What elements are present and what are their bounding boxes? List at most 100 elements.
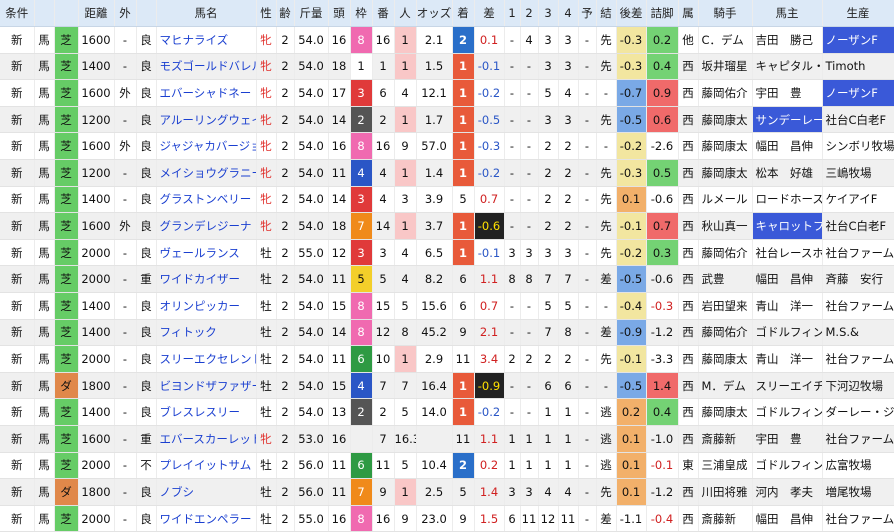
cell-p2: -: [520, 292, 539, 320]
column-header[interactable]: 属: [678, 0, 699, 28]
column-header[interactable]: [136, 0, 157, 28]
cell-name[interactable]: ワイドエンペラー: [156, 505, 257, 532]
cell-name[interactable]: グラストンベリー: [156, 186, 257, 214]
cell-owner: 青山 洋一: [752, 345, 823, 373]
cell-tsume: 0.4: [646, 398, 679, 426]
cell-name[interactable]: マヒナライズ: [156, 26, 257, 54]
column-header[interactable]: 番: [372, 0, 395, 28]
table-row[interactable]: 新馬芝 1600 外良エバーシャドネー牝 2 54.0 17 3 6 4 12.1 1 -0.2- -5…: [0, 79, 894, 107]
column-header[interactable]: 性: [256, 0, 277, 28]
table-row[interactable]: 新馬芝 2000- 良ヴェールランス牡 2 55.0 12 3 3 4 6.5 1 -0.1 3 3 3 3-…: [0, 239, 894, 267]
cell-name[interactable]: アルーリングウェイ: [156, 106, 257, 134]
column-header[interactable]: 外: [114, 0, 137, 28]
column-header[interactable]: [54, 0, 79, 28]
cell-zoku: 西: [678, 478, 699, 506]
column-header[interactable]: 結: [596, 0, 617, 28]
table-row[interactable]: 新馬芝 1400- 良モズゴールドバレル牝 2 54.0 18 1 1 1 1.5 1 -0.1- -3…: [0, 53, 894, 81]
table-row[interactable]: 新馬ダ 1800- 良ノブシ牡 2 56.0 11 7 9 1 2.5 5 1.4 3 3 4 4- 先 0.1-…: [0, 478, 894, 506]
column-header[interactable]: 3: [538, 0, 559, 28]
column-header[interactable]: 騎手: [698, 0, 753, 28]
cell-c1: 新: [0, 106, 35, 134]
cell-name[interactable]: ジャジャカバージョ: [156, 132, 257, 161]
cell-age: 2: [276, 26, 295, 54]
cell-name[interactable]: フィトック: [156, 319, 257, 347]
cell-sex: 牡: [256, 452, 277, 480]
cell-pop: 1: [394, 345, 417, 373]
cell-tsume: -0.6: [646, 186, 679, 214]
table-row[interactable]: 新馬芝 1200- 良アルーリングウェイ牝 2 54.0 14 2 2 1 1.7 1 -0.5- -3…: [0, 106, 894, 134]
column-header[interactable]: 詰脚: [646, 0, 679, 28]
cell-surf: 芝: [54, 505, 79, 532]
cell-name[interactable]: オリンピッカー: [156, 292, 257, 320]
cell-surf: ダ: [54, 372, 79, 400]
column-header[interactable]: 4: [558, 0, 579, 28]
cell-tsume: -0.1: [646, 452, 679, 480]
cell-name[interactable]: エバーシャドネー: [156, 79, 257, 107]
table-row[interactable]: 新馬ダ 1800- 良ビヨンドザファザー牡 2 54.0 15 4 7 7 16.4 1 -0.9- -…: [0, 372, 894, 400]
cell-ato: -0.4: [616, 292, 647, 320]
column-header[interactable]: 齢: [276, 0, 295, 28]
table-row[interactable]: 新馬芝 1200- 良メイショウグラニー牝 2 54.0 11 4 4 1 1.4 1 -0.2- -2…: [0, 159, 894, 187]
cell-name[interactable]: ビヨンドザファザー: [156, 372, 257, 400]
cell-name[interactable]: ヴェールランス: [156, 239, 257, 267]
table-row[interactable]: 新馬芝 1600 外良グランデレジーナ牝 2 54.0 18 7 14 1 3.7 1 -0.6- -2…: [0, 212, 894, 240]
table-row[interactable]: 新馬芝 1400- 良フィトック牡 2 54.0 14 8 12 8 45.2 9 2.1- -7 8- 差…: [0, 319, 894, 347]
cell-res: 先: [596, 186, 617, 214]
cell-p3: 1: [538, 452, 559, 480]
cell-track: 良: [136, 292, 157, 320]
cell-dist: 1400: [78, 398, 115, 426]
column-header[interactable]: 斤量: [294, 0, 329, 28]
cell-p3: 3: [538, 53, 559, 81]
table-row[interactable]: 新馬芝 2000- 重ワイドカイザー牡 2 54.0 11 5 5 4 8.2 6 1.1 8 8 7 7- 差…: [0, 265, 894, 294]
cell-name[interactable]: グランデレジーナ: [156, 212, 257, 240]
column-header[interactable]: 条件: [0, 0, 35, 28]
column-header[interactable]: 枠: [350, 0, 373, 28]
cell-name[interactable]: スリーエクセレント: [156, 345, 257, 373]
cell-name[interactable]: ノブシ: [156, 478, 257, 506]
cell-p3: 3: [538, 239, 559, 267]
cell-pos: 11: [452, 345, 475, 373]
table-row[interactable]: 新馬芝 1600 外良ジャジャカバージョ牝 2 54.0 16 8 16 9 57.0 1 -0.3-…: [0, 132, 894, 161]
cell-c2: 馬: [34, 239, 55, 267]
table-row[interactable]: 新馬芝 1400- 良オリンピッカー牡 2 54.0 15 8 15 5 15.6 6 0.7- -5 5…: [0, 292, 894, 320]
cell-ato: -0.9: [616, 319, 647, 347]
cell-odds: 3.9: [416, 186, 453, 214]
column-header[interactable]: 後差: [616, 0, 647, 28]
cell-n: 15: [328, 292, 351, 320]
column-header[interactable]: 1: [504, 0, 521, 28]
column-header[interactable]: 2: [520, 0, 539, 28]
cell-wt: 54.0: [294, 372, 329, 400]
column-header[interactable]: 着: [452, 0, 475, 28]
table-row[interactable]: 新馬芝 2000- 良スリーエクセレント牡 2 54.0 11 6 10 1 2.9 11 3.4 2 2…: [0, 345, 894, 373]
table-row[interactable]: 新馬芝 2000- 不プレイイットサム牡 2 56.0 11 6 11 5 10.4 2 0.2 1 1 1…: [0, 452, 894, 480]
table-row[interactable]: 新馬芝 1400- 良グラストンベリー牝 2 54.0 14 3 4 3 3.9 5 0.7- -2 2-…: [0, 186, 894, 214]
table-row[interactable]: 新馬芝 1400- 良ブレスレスリー牡 2 54.0 13 2 2 5 14.0 1 -0.2- -1 1…: [0, 398, 894, 426]
cell-breeder: 社台ファーム: [822, 505, 894, 532]
cell-name[interactable]: ワイドカイザー: [156, 265, 257, 294]
cell-name[interactable]: エバースカーレット: [156, 425, 257, 453]
column-header[interactable]: 馬名: [156, 0, 257, 28]
column-header[interactable]: 人: [394, 0, 417, 28]
cell-name[interactable]: ブレスレスリー: [156, 398, 257, 426]
cell-name[interactable]: メイショウグラニー: [156, 159, 257, 187]
table-row[interactable]: 新馬芝 1600- 良マヒナライズ牝 2 54.0 16 8 16 1 2.1 2 0.1-4 3 3- 先…: [0, 26, 894, 54]
column-header[interactable]: [34, 0, 55, 28]
column-header[interactable]: 予: [578, 0, 597, 28]
table-row[interactable]: 新馬芝 2000- 良ワイドエンペラー牡 2 55.0 16 8 16 9 23.0 9 1.5 6 11…: [0, 505, 894, 532]
column-header[interactable]: オッズ: [416, 0, 453, 28]
column-header[interactable]: 頭: [328, 0, 351, 28]
cell-p1: 1: [504, 452, 521, 480]
column-header[interactable]: 生産: [822, 0, 894, 28]
cell-waku: 3: [350, 186, 373, 214]
cell-diff: 0.7: [474, 186, 505, 214]
table-row[interactable]: 新馬芝1600-重エバースカーレット牝253.016716.3111.11111…: [0, 425, 894, 453]
cell-res: 先: [596, 239, 617, 267]
cell-pos: 1: [452, 132, 475, 161]
cell-name[interactable]: モズゴールドバレル: [156, 53, 257, 81]
column-header[interactable]: 差: [474, 0, 505, 28]
cell-name[interactable]: プレイイットサム: [156, 452, 257, 480]
column-header[interactable]: 距離: [78, 0, 115, 28]
cell-c2: 馬: [34, 345, 55, 373]
cell-n: 11: [328, 159, 351, 187]
column-header[interactable]: 馬主: [752, 0, 823, 28]
